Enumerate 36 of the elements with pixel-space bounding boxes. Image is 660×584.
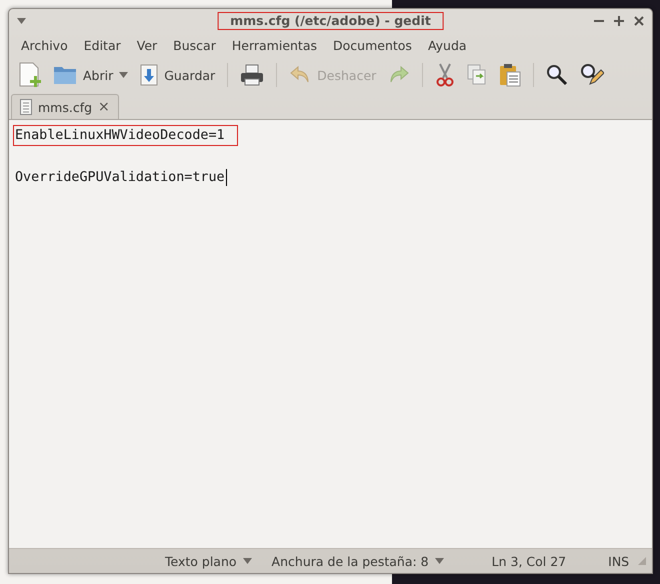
resize-grip-icon[interactable] — [638, 557, 646, 565]
menu-item[interactable]: Herramientas — [224, 38, 326, 52]
menu-item[interactable]: Ver — [128, 38, 166, 52]
menu-item[interactable]: Archivo — [13, 38, 76, 52]
menu-item[interactable]: Editar — [76, 38, 129, 52]
window-menu-icon — [17, 18, 26, 24]
cursor-position: Ln 3, Col 27 — [492, 554, 566, 568]
folder-icon — [53, 65, 77, 85]
printer-icon — [240, 64, 264, 86]
document-tab[interactable]: mms.cfg × — [11, 94, 119, 119]
menu-item[interactable]: Buscar — [165, 38, 224, 52]
menu-item[interactable]: Ayuda — [420, 38, 475, 52]
search-icon — [546, 64, 568, 86]
window-title: mms.cfg (/etc/adobe) - gedit — [217, 12, 444, 30]
text-file-icon — [20, 99, 32, 115]
menu-item[interactable]: Documentos — [325, 38, 420, 52]
tab-width-selector[interactable]: Anchura de la pestaña: 8 — [272, 554, 444, 568]
language-selector[interactable]: Texto plano — [165, 554, 252, 568]
close-icon[interactable] — [634, 16, 644, 26]
code-line: OverrideGPUValidation=true — [14, 169, 226, 187]
text-editor[interactable]: EnableLinuxHWVideoDecode=1 OverrideGPUValidation=true — [9, 120, 652, 548]
tab-label: mms.cfg — [38, 100, 92, 114]
copy-icon — [467, 64, 488, 86]
search-pencil-icon — [580, 63, 604, 87]
new-document-icon — [19, 62, 41, 88]
scissors-icon — [435, 63, 456, 87]
dropdown-caret-icon — [242, 558, 252, 564]
redo-arrow-icon — [388, 65, 410, 85]
insert-mode: INS — [608, 554, 630, 568]
dropdown-caret-icon — [434, 558, 444, 564]
toolbar-button[interactable]: Abrir — [49, 62, 132, 88]
maximize-icon[interactable] — [614, 16, 624, 26]
tab-close-button[interactable]: × — [98, 99, 110, 115]
clipboard-icon — [499, 63, 522, 87]
toolbar-button[interactable]: Guardar — [136, 61, 220, 89]
undo-arrow-icon — [289, 65, 312, 85]
